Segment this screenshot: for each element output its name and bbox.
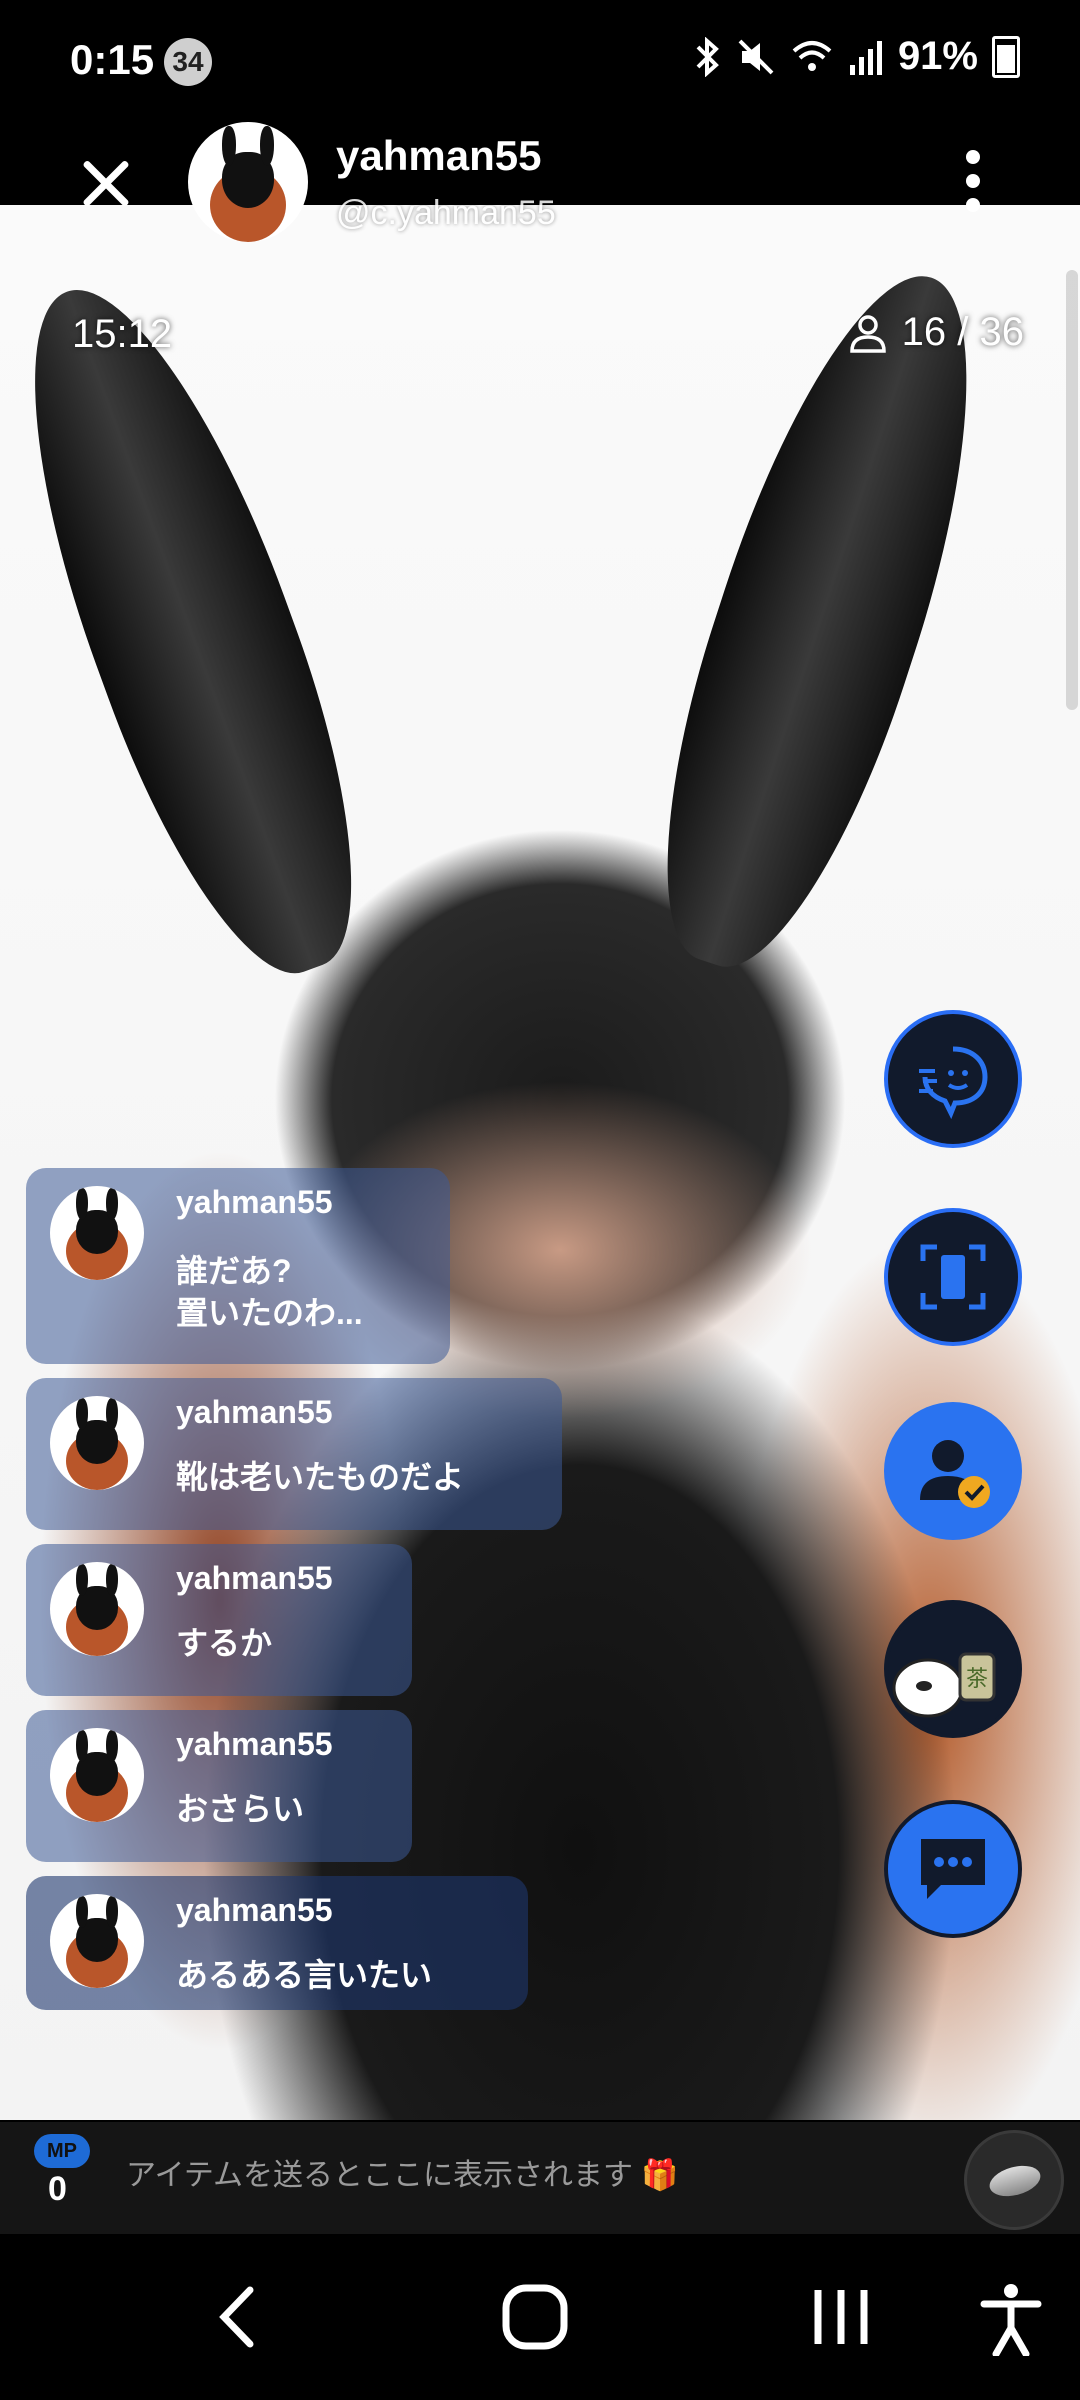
commenter-avatar[interactable] — [50, 1728, 144, 1822]
back-icon[interactable] — [206, 2282, 266, 2352]
scrollbar[interactable] — [1066, 270, 1078, 710]
user-verified-button[interactable] — [884, 1402, 1022, 1540]
chat-bot-icon — [919, 1046, 988, 1119]
comment-text: おさらい — [176, 1791, 305, 1827]
mascot-button[interactable]: 茶 — [884, 1600, 1022, 1738]
status-icons: 91% — [692, 34, 1020, 79]
commenter-avatar[interactable] — [50, 1894, 144, 1988]
bluetooth-icon — [696, 36, 719, 77]
mascot-tea-icon: 茶 — [892, 1652, 996, 1718]
host-handle: @c.yahman55 — [336, 194, 556, 232]
commenter-name: yahman55 — [176, 1184, 333, 1220]
mp-count: 0 — [48, 2170, 67, 2208]
host-avatar[interactable] — [188, 122, 308, 242]
screen-capture-button[interactable] — [884, 1208, 1022, 1346]
commenter-name: yahman55 — [176, 1726, 333, 1762]
more-options-button[interactable] — [960, 150, 986, 212]
notification-count-badge: 34 — [164, 38, 212, 86]
svg-text:茶: 茶 — [966, 1667, 988, 1692]
bunny-ear-right — [613, 246, 1027, 994]
comment-text: するか — [176, 1625, 273, 1661]
item-hint-text: アイテムを送るとここに表示されます 🎁 — [126, 2159, 679, 2192]
comment-item[interactable]: yahman55 するか — [26, 1544, 412, 1696]
bunny-ear-left — [0, 257, 408, 1003]
comment-item[interactable]: yahman55 誰だあ? 置いたのわ... — [26, 1168, 450, 1364]
home-icon[interactable] — [500, 2282, 570, 2352]
comment-item[interactable]: yahman55 あるある言いたい — [26, 1876, 528, 2010]
commenter-avatar[interactable] — [50, 1396, 144, 1490]
comment-text: 靴は老いたものだよ — [176, 1459, 465, 1495]
coin-button[interactable] — [964, 2130, 1064, 2230]
viewer-count: 16 / 36 — [848, 310, 1024, 355]
close-button[interactable] — [78, 155, 134, 211]
user-verified-icon — [920, 1440, 990, 1508]
status-time: 0:15 — [70, 36, 155, 83]
comment-icon — [921, 1839, 985, 1899]
mute-icon — [738, 39, 774, 74]
signal-icon — [849, 40, 882, 75]
mp-badge: MP — [34, 2134, 90, 2168]
chat-bot-button[interactable] — [884, 1010, 1022, 1148]
battery-icon — [992, 35, 1020, 78]
viewer-count-text: 16 / 36 — [901, 310, 1024, 354]
screen-capture-icon — [920, 1244, 986, 1310]
gift-icon: 🎁 — [641, 2159, 679, 2192]
comment-item[interactable]: yahman55 おさらい — [26, 1710, 412, 1862]
host-name[interactable]: yahman55 — [336, 132, 541, 180]
wifi-icon — [792, 40, 832, 71]
recents-icon[interactable] — [806, 2282, 876, 2352]
person-icon — [849, 314, 886, 353]
accessibility-icon[interactable] — [978, 2282, 1044, 2356]
comment-item[interactable]: yahman55 靴は老いたものだよ — [26, 1378, 562, 1530]
commenter-name: yahman55 — [176, 1394, 333, 1430]
comment-text: あるある言いたい — [176, 1957, 433, 1993]
elapsed-time: 15:12 — [72, 312, 173, 356]
status-bar: 0:15 34 91% — [0, 0, 1080, 125]
commenter-avatar[interactable] — [50, 1562, 144, 1656]
comment-button[interactable] — [884, 1800, 1022, 1938]
commenter-name: yahman55 — [176, 1560, 333, 1596]
battery-percent: 91% — [897, 34, 978, 78]
commenter-avatar[interactable] — [50, 1186, 144, 1280]
commenter-name: yahman55 — [176, 1892, 333, 1928]
comment-text: 誰だあ? 置いたのわ... — [176, 1253, 363, 1331]
